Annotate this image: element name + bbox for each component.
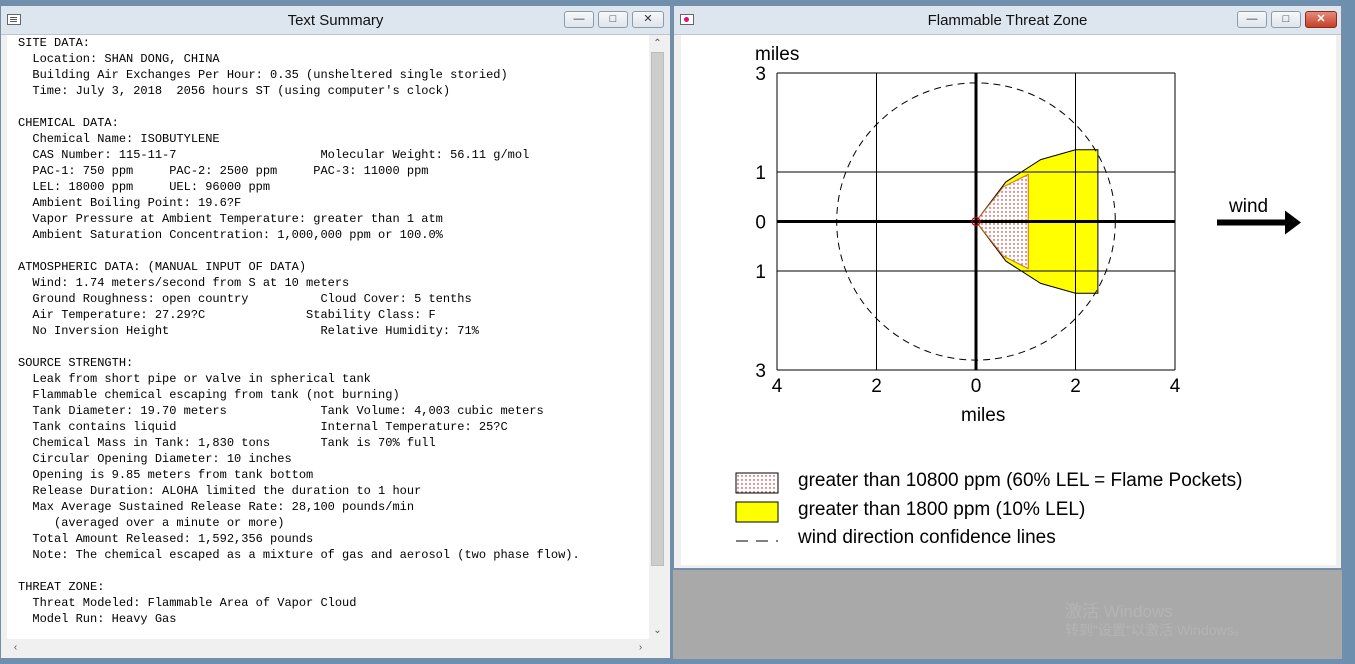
summary-line: CHEMICAL DATA: [18,116,119,130]
scroll-left-arrow-icon[interactable]: ‹ [7,639,24,656]
summary-line: Leak from short pipe or valve in spheric… [18,372,371,386]
summary-line: Tank contains liquid Internal Temperatur… [18,420,508,434]
threat-zone-window: Flammable Threat Zone — □ ✕ 4202431013 m… [673,5,1342,569]
y-axis-label: miles [755,44,800,65]
legend-swatch-flame-pockets [735,472,779,494]
summary-line: No Inversion Height Relative Humidity: 7… [18,324,479,338]
summary-line: Flammable chemical escaping from tank (n… [18,388,400,402]
legend-label-flame-pockets: greater than 10800 ppm (60% LEL = Flame … [798,470,1243,491]
scrollbar-thumb[interactable] [651,52,664,566]
legend-label-confidence-lines: wind direction confidence lines [798,527,1056,548]
summary-line: Tank Diameter: 19.70 meters Tank Volume:… [18,404,544,418]
summary-line: Ground Roughness: open country Cloud Cov… [18,292,472,306]
y-tick-label: 3 [755,361,766,382]
summary-line: SOURCE STRENGTH: [18,356,134,370]
legend-label-10-lel: greater than 1800 ppm (10% LEL) [798,499,1086,520]
x-axis-label: miles [961,405,1006,426]
y-tick-label: 0 [755,213,766,234]
summary-line: Vapor Pressure at Ambient Temperature: g… [18,212,443,226]
minimize-button[interactable]: — [1237,11,1267,28]
threat-zone-plot: 4202431013 miles miles wind greater than… [681,35,1336,565]
summary-line: Circular Opening Diameter: 10 inches [18,452,292,466]
close-button[interactable]: ✕ [632,11,664,28]
x-tick-label: 0 [971,376,982,397]
summary-line: Chemical Name: ISOBUTYLENE [18,132,220,146]
activation-watermark-title: 激活 Windows [1065,602,1173,621]
wind-label: wind [1229,196,1269,217]
x-tick-label: 2 [1070,376,1081,397]
summary-line: Ambient Saturation Concentration: 1,000,… [18,228,443,242]
summary-text-area[interactable]: SITE DATA: Location: SHAN DONG, CHINA Bu… [7,35,649,639]
y-tick-label: 3 [755,64,766,85]
text-summary-titlebar[interactable]: Text Summary — □ ✕ [1,6,670,35]
maximize-button[interactable]: □ [1271,11,1301,28]
x-tick-label: 4 [772,376,783,397]
summary-line: PAC-1: 750 ppm PAC-2: 2500 ppm PAC-3: 11… [18,164,429,178]
scroll-up-arrow-icon[interactable]: ⌃ [649,35,666,52]
x-tick-label: 4 [1170,376,1181,397]
summary-line: Ambient Boiling Point: 19.6?F [18,196,242,210]
text-summary-window: Text Summary — □ ✕ SITE DATA: Location: … [0,5,671,659]
summary-line: Building Air Exchanges Per Hour: 0.35 (u… [18,68,508,82]
summary-line: Note: The chemical escaped as a mixture … [18,548,580,562]
summary-line: Max Average Sustained Release Rate: 28,1… [18,500,415,514]
x-tick-label: 2 [871,376,882,397]
summary-line: Model Run: Heavy Gas [18,612,177,626]
summary-line: Time: July 3, 2018 2056 hours ST (using … [18,84,451,98]
summary-line: Wind: 1.74 meters/second from S at 10 me… [18,276,350,290]
summary-line: LEL: 18000 ppm UEL: 96000 ppm [18,180,271,194]
horizontal-scrollbar[interactable]: ‹ › [7,639,649,656]
summary-line: Air Temperature: 27.29?C Stability Class… [18,308,436,322]
y-tick-label: 1 [755,262,766,283]
summary-line: Threat Modeled: Flammable Area of Vapor … [18,596,357,610]
empty-workspace: 激活 Windows 转到"设置"以激活 Windows。 [673,570,1342,659]
close-button[interactable]: ✕ [1305,11,1337,28]
threat-zone-titlebar[interactable]: Flammable Threat Zone — □ ✕ [674,6,1341,35]
summary-line: Opening is 9.85 meters from tank bottom [18,468,314,482]
vertical-scrollbar[interactable]: ⌃ ⌄ [649,35,666,639]
summary-line: Total Amount Released: 1,592,356 pounds [18,532,314,546]
summary-line: Release Duration: ALOHA limited the dura… [18,484,422,498]
summary-line: SITE DATA: [18,36,91,50]
wind-arrowhead-icon [1285,210,1301,235]
summary-line: THREAT ZONE: [18,580,105,594]
summary-line: Chemical Mass in Tank: 1,830 tons Tank i… [18,436,436,450]
activation-watermark-hint: 转到"设置"以激活 Windows。 [1065,622,1248,638]
y-tick-label: 1 [755,163,766,184]
scroll-right-arrow-icon[interactable]: › [632,639,649,656]
summary-line: Location: SHAN DONG, CHINA [18,52,220,66]
maximize-button[interactable]: □ [598,11,628,28]
legend-swatch-10-lel [735,501,779,523]
summary-line: (averaged over a minute or more) [18,516,285,530]
minimize-button[interactable]: — [564,11,594,28]
scroll-down-arrow-icon[interactable]: ⌄ [649,622,666,639]
summary-line: ATMOSPHERIC DATA: (MANUAL INPUT OF DATA) [18,260,307,274]
summary-line: CAS Number: 115-11-7 Molecular Weight: 5… [18,148,530,162]
